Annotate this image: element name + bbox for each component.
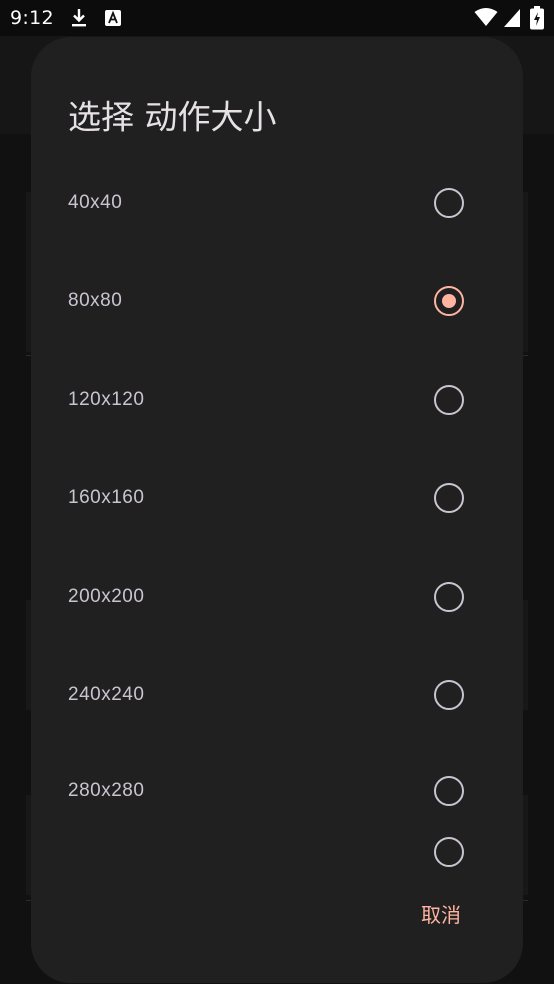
translate-a-icon [104,8,122,32]
size-select-dialog: 选择 动作大小 40x40 80x80 120x120 160x160 200x… [31,37,523,983]
radio-dot [442,294,456,308]
status-time: 9:12 [10,7,54,29]
signal-icon [503,8,521,32]
option-label: 280x280 [68,780,145,801]
option-40x40[interactable]: 40x40 [31,155,523,251]
option-label: 40x40 [68,192,123,213]
cancel-button[interactable]: 取消 [401,893,481,933]
option-80x80[interactable]: 80x80 [31,253,523,349]
wifi-icon [474,7,498,31]
radio-button-selected[interactable] [434,286,464,316]
download-icon [70,8,88,32]
radio-button[interactable] [434,680,464,710]
option-label: 160x160 [68,487,145,508]
radio-button[interactable] [434,483,464,513]
option-label: 80x80 [68,290,123,311]
radio-button[interactable] [434,837,464,867]
option-label: 200x200 [68,586,145,607]
radio-button[interactable] [434,776,464,806]
option-240x240[interactable]: 240x240 [31,647,523,743]
option-200x200[interactable]: 200x200 [31,549,523,645]
option-label: 240x240 [68,684,145,705]
radio-button[interactable] [434,385,464,415]
radio-button[interactable] [434,582,464,612]
option-120x120[interactable]: 120x120 [31,352,523,448]
status-bar: 9:12 [0,0,554,36]
option-unlabeled[interactable] [31,804,523,900]
radio-button[interactable] [434,188,464,218]
battery-icon [530,6,544,34]
option-160x160[interactable]: 160x160 [31,450,523,546]
dialog-title: 选择 动作大小 [68,97,277,137]
option-label: 120x120 [68,389,145,410]
